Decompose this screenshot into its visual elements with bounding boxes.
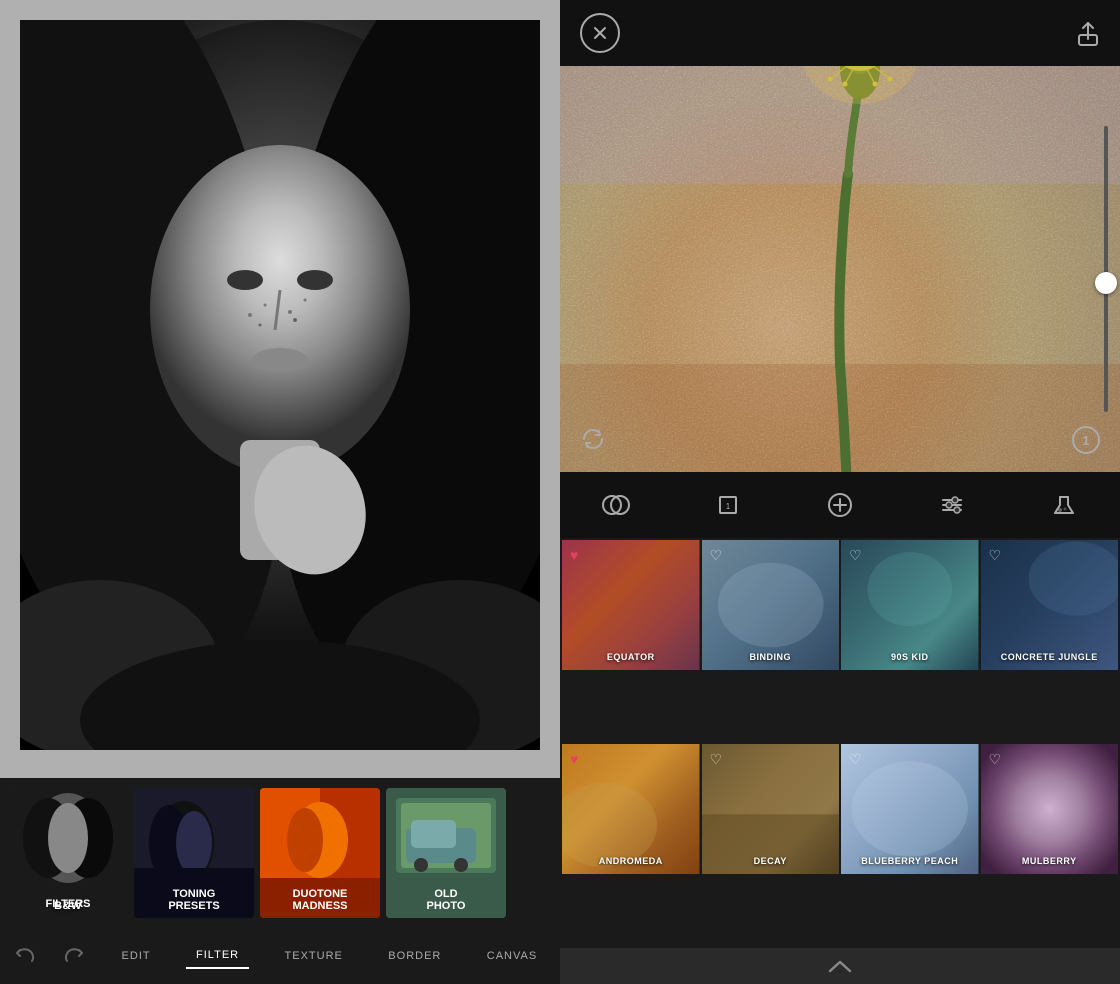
filter-binding[interactable]: ♡ BINDING xyxy=(702,540,840,670)
filter-item-toning[interactable]: TONING PRESETS xyxy=(134,788,254,918)
filter-bw-label2: FILTERS xyxy=(8,898,128,910)
blueberry-peach-label: BLUEBERRY PEACH xyxy=(841,856,979,866)
filter-grid: ♥ EQUATOR ♡ BINDING xyxy=(560,538,1120,948)
equator-label: EQUATOR xyxy=(562,652,700,662)
edit-toolbar: 1 xyxy=(560,472,1120,538)
filter-oldphoto-label1: OLD xyxy=(386,888,506,900)
undo-button[interactable] xyxy=(13,944,37,968)
filter-mulberry[interactable]: ♡ MULBERRY xyxy=(981,744,1119,874)
filter-item-bw[interactable]: B&W FILTERS xyxy=(8,788,128,918)
canvas-tab[interactable]: CANVAS xyxy=(477,944,547,968)
concrete-jungle-heart[interactable]: ♡ xyxy=(989,548,1002,562)
filter-item-duotone[interactable]: DUOTONE MADNESS xyxy=(260,788,380,918)
texture-tab[interactable]: TEXTURE xyxy=(275,944,353,968)
photo-container xyxy=(20,20,540,750)
90skid-label: 90S KID xyxy=(841,652,979,662)
filter-concrete-jungle[interactable]: ♡ CONCRETE JUNGLE xyxy=(981,540,1119,670)
binding-heart[interactable]: ♡ xyxy=(710,548,723,562)
right-header xyxy=(560,0,1120,66)
filter-equator[interactable]: ♥ EQUATOR xyxy=(562,540,700,670)
equator-heart[interactable]: ♥ xyxy=(570,548,578,562)
intensity-slider[interactable] xyxy=(1104,126,1108,412)
close-button[interactable] xyxy=(580,13,620,53)
add-tool-button[interactable] xyxy=(824,489,856,521)
adjust-icon xyxy=(936,489,968,521)
layers-icon: 1 xyxy=(712,489,744,521)
bw-photo xyxy=(20,20,540,750)
concrete-jungle-label: CONCRETE JUNGLE xyxy=(981,652,1119,662)
filter-toning-label1: TONING xyxy=(134,888,254,900)
andromeda-heart[interactable]: ♥ xyxy=(570,752,578,766)
dandelion-photo: 1 xyxy=(560,66,1120,472)
filter-item-oldphoto[interactable]: OLD PHOTO xyxy=(386,788,506,918)
photo-edit-area: 1 xyxy=(560,66,1120,472)
intensity-badge: 1 xyxy=(1072,426,1100,454)
filter-andromeda[interactable]: ♥ ANDROMEDA xyxy=(562,744,700,874)
filter-duotone-label2: MADNESS xyxy=(260,900,380,912)
filter-decay[interactable]: ♡ DECAY xyxy=(702,744,840,874)
edit-tab[interactable]: EDIT xyxy=(112,944,161,968)
right-panel: 1 1 xyxy=(560,0,1120,984)
binding-label: BINDING xyxy=(702,652,840,662)
svg-text:1: 1 xyxy=(726,502,731,511)
blend-tool-button[interactable] xyxy=(600,489,632,521)
bottom-toolbar: EDIT FILTER TEXTURE BORDER CANVAS xyxy=(0,928,560,984)
filter-90skid[interactable]: ♡ 90S KID xyxy=(841,540,979,670)
redo-button[interactable] xyxy=(62,944,86,968)
share-button[interactable] xyxy=(1076,19,1100,47)
filter-oldphoto-label2: PHOTO xyxy=(386,900,506,912)
reset-button[interactable] xyxy=(580,426,606,452)
filter-strip: B&W FILTERS TONING PRESETS xyxy=(0,778,560,928)
scroll-up-button[interactable] xyxy=(560,948,1120,984)
lab-icon xyxy=(1048,489,1080,521)
add-icon xyxy=(824,489,856,521)
decay-label: DECAY xyxy=(702,856,840,866)
layers-tool-button[interactable]: 1 xyxy=(712,489,744,521)
filter-toning-label2: PRESETS xyxy=(134,900,254,912)
filter-duotone-label1: DUOTONE xyxy=(260,888,380,900)
blueberry-peach-heart[interactable]: ♡ xyxy=(849,752,862,766)
90skid-heart[interactable]: ♡ xyxy=(849,548,862,562)
adjust-tool-button[interactable] xyxy=(936,489,968,521)
blend-icon xyxy=(600,489,632,521)
andromeda-label: ANDROMEDA xyxy=(562,856,700,866)
slider-thumb[interactable] xyxy=(1095,272,1117,294)
border-tab[interactable]: BORDER xyxy=(378,944,451,968)
decay-heart[interactable]: ♡ xyxy=(710,752,723,766)
left-panel: B&W FILTERS TONING PRESETS xyxy=(0,0,560,984)
filter-blueberry-peach[interactable]: ♡ BLUEBERRY PEACH xyxy=(841,744,979,874)
filter-tab[interactable]: FILTER xyxy=(186,943,249,969)
mulberry-label: MULBERRY xyxy=(981,856,1119,866)
lab-tool-button[interactable] xyxy=(1048,489,1080,521)
mulberry-heart[interactable]: ♡ xyxy=(989,752,1002,766)
